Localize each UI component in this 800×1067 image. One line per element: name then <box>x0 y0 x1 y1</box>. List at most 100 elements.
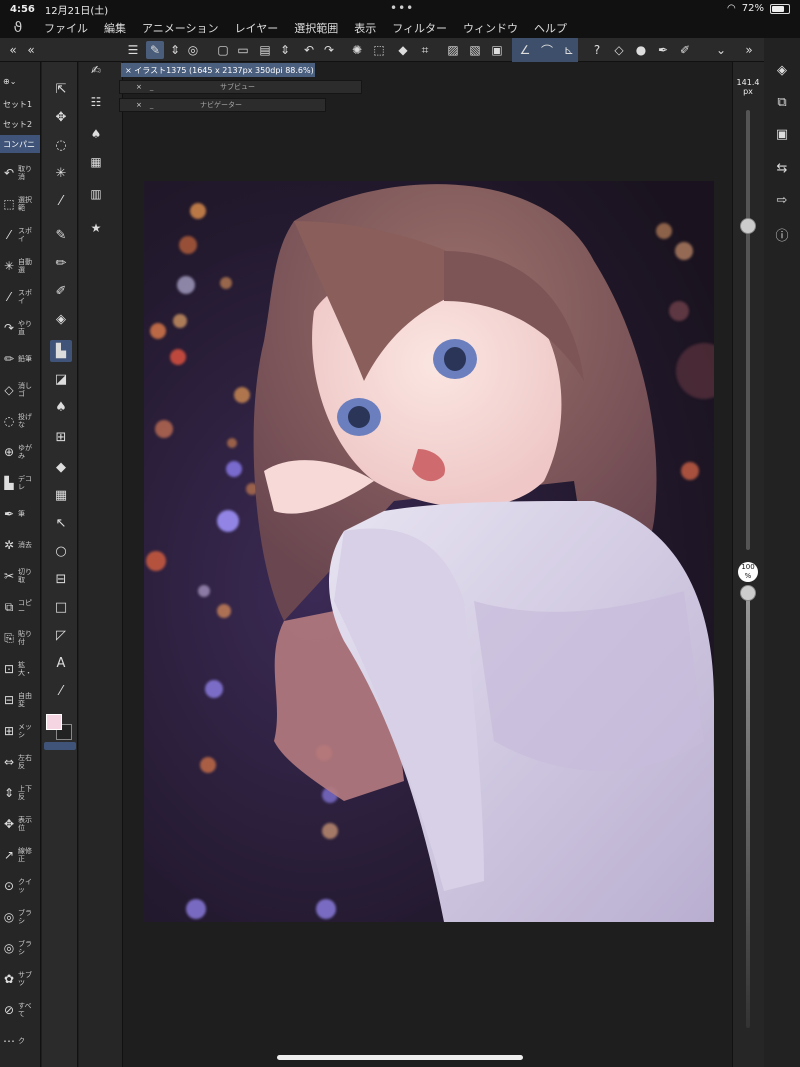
subtool-item[interactable]: ⬚ 選択範 <box>0 191 41 217</box>
transparent-color-icon[interactable] <box>44 742 76 750</box>
eraser-icon[interactable]: ◈ <box>50 308 72 330</box>
select-arrow-icon[interactable]: ⇱ <box>50 78 72 100</box>
subtool-item[interactable]: ⊕ ゆがみ <box>0 439 41 465</box>
text-icon[interactable]: A <box>50 652 72 674</box>
chevron-updown-icon[interactable]: ⇕ <box>166 41 184 59</box>
subtool-item[interactable]: ⊙ クイッ <box>0 873 41 899</box>
eraser-quick-icon[interactable]: ◇ <box>610 41 628 59</box>
subtool-item[interactable]: ✥ 表示位 <box>0 811 41 837</box>
multitask-dots[interactable]: ••• <box>390 1 414 15</box>
menu-selection[interactable]: 選択範囲 <box>286 20 346 36</box>
eyedropper-icon[interactable]: ⁄ <box>50 190 72 212</box>
edit-mode-icon[interactable]: ✎ <box>146 41 164 59</box>
subtool-item[interactable]: ⋯ ク <box>0 1028 41 1054</box>
subtool-item[interactable]: ◎ ブラシ <box>0 904 41 930</box>
ruler-icon[interactable]: ◸ <box>50 624 72 646</box>
set-2[interactable]: セット2 <box>0 115 40 133</box>
sub-tool-icon[interactable]: ✍ <box>86 60 106 80</box>
pen-quick-2-icon[interactable]: ✐ <box>676 41 694 59</box>
brush-icon[interactable]: ✐ <box>50 280 72 302</box>
set-1[interactable]: セット1 <box>0 95 40 113</box>
subtool-item[interactable]: ⎘ 貼り付 <box>0 625 41 651</box>
deselect-icon[interactable]: ▨ <box>444 41 462 59</box>
brush-size-slider[interactable] <box>746 110 750 550</box>
subtool-item[interactable]: ↶ 取り消 <box>0 160 41 186</box>
invert-selection-icon[interactable]: ▧ <box>466 41 484 59</box>
material-star-icon[interactable]: ★ <box>86 218 106 238</box>
pen-icon[interactable]: ✎ <box>50 224 72 246</box>
subtool-item[interactable]: ✳ 自動選 <box>0 253 41 279</box>
loading-icon[interactable]: ✺ <box>348 41 366 59</box>
subtool-item[interactable]: ◌ 投げな <box>0 408 41 434</box>
chevron-down-icon[interactable]: ⌄ <box>712 41 730 59</box>
subtool-item[interactable]: ↷ やり直 <box>0 315 41 341</box>
menu-layer[interactable]: レイヤー <box>227 20 287 36</box>
layer-property-icon[interactable]: ⧉ <box>772 92 792 112</box>
help-icon[interactable]: ? <box>588 41 606 59</box>
subtool-item[interactable]: ✲ 消去 <box>0 532 41 558</box>
collapse-left-icon[interactable]: « <box>4 41 22 59</box>
layers-icon[interactable]: ◈ <box>772 60 792 80</box>
subtool-item[interactable]: ✏ 鉛筆 <box>0 346 41 372</box>
subtool-item[interactable]: ↗ 線修正 <box>0 842 41 868</box>
record-icon[interactable]: ◎ <box>184 41 202 59</box>
document-tab[interactable]: × イラスト1375 (1645 x 2137px 350dpi 88.6%) <box>121 63 315 77</box>
opacity-slider[interactable] <box>746 590 750 1028</box>
rectangle-icon[interactable]: □ <box>50 596 72 618</box>
menu-window[interactable]: ウィンドウ <box>455 20 526 36</box>
stabilizer-2-icon[interactable]: ⌒ <box>538 41 556 59</box>
close-icon[interactable]: × <box>125 66 134 75</box>
menu-filter[interactable]: フィルター <box>384 20 455 36</box>
pencil-icon[interactable]: ✏ <box>50 252 72 274</box>
home-indicator[interactable] <box>277 1055 523 1060</box>
selection-layer-icon[interactable]: ▣ <box>488 41 506 59</box>
new-file-icon[interactable]: ▢ <box>214 41 232 59</box>
undo-icon[interactable]: ↶ <box>300 41 318 59</box>
stabilizer-3-icon[interactable]: ⊾ <box>560 41 578 59</box>
close-icon[interactable]: × <box>136 101 142 109</box>
color-set-icon[interactable]: ▦ <box>86 152 106 172</box>
film-icon[interactable]: ▥ <box>86 184 106 204</box>
open-file-icon[interactable]: ▭ <box>234 41 252 59</box>
save-icon[interactable]: ▤ <box>256 41 274 59</box>
collapse-right-icon[interactable]: » <box>740 41 758 59</box>
fill-icon[interactable]: ◆ <box>394 41 412 59</box>
stabilizer-1-icon[interactable]: ∠ <box>516 41 534 59</box>
subtool-item[interactable]: ⁄ スポイ <box>0 222 41 248</box>
gradient-icon[interactable]: ▦ <box>50 484 72 506</box>
share-icon[interactable]: ⇨ <box>772 190 792 210</box>
operation-icon[interactable]: ↖ <box>50 512 72 534</box>
search-icon[interactable]: ⊕⌄ <box>0 72 40 90</box>
menu-view[interactable]: 表示 <box>346 20 384 36</box>
subtool-item[interactable]: ⇕ 上下反 <box>0 780 41 806</box>
subtool-item[interactable]: ✒ 筆 <box>0 501 41 527</box>
menu-edit[interactable]: 編集 <box>96 20 134 36</box>
hamburger-menu-icon[interactable]: ☰ <box>124 41 142 59</box>
move-icon[interactable]: ✥ <box>50 106 72 128</box>
lasso-icon[interactable]: ◌ <box>50 134 72 156</box>
subtool-item[interactable]: ✂ 切り取 <box>0 563 41 589</box>
water-drops-icon[interactable]: ♠ <box>50 396 72 418</box>
subview-panel[interactable]: × _ サブビュー <box>119 80 362 94</box>
property-sliders-icon[interactable]: ☷ <box>86 92 106 112</box>
close-icon[interactable]: × <box>136 83 142 91</box>
pen-quick-icon[interactable]: ✒ <box>654 41 672 59</box>
collapse-left-icon-2[interactable]: « <box>22 41 40 59</box>
subtool-item[interactable]: ◇ 消しゴ <box>0 377 41 403</box>
menu-file[interactable]: ファイル <box>36 20 96 36</box>
subtool-item[interactable]: ⁄ スポイ <box>0 284 41 310</box>
subtool-item[interactable]: ⧉ コピー <box>0 594 41 620</box>
mascot-icon[interactable]: ● <box>632 41 650 59</box>
brush-size-knob[interactable] <box>740 218 756 234</box>
balloon-icon[interactable]: ○ <box>50 540 72 562</box>
subtool-item[interactable]: ⊞ メッシ <box>0 718 41 744</box>
chevron-updown-icon-2[interactable]: ⇕ <box>276 41 294 59</box>
set-companion[interactable]: コンパニ <box>0 135 40 153</box>
subtool-item[interactable]: ✿ サブツ <box>0 966 41 992</box>
info-icon[interactable]: ⓘ <box>772 224 792 244</box>
grid-icon[interactable]: ⊞ <box>50 426 72 448</box>
menu-animation[interactable]: アニメーション <box>134 20 227 36</box>
subtool-item[interactable]: ◎ ブラシ <box>0 935 41 961</box>
menu-help[interactable]: ヘルプ <box>526 20 575 36</box>
correction-icon[interactable]: ⁄ <box>50 680 72 702</box>
